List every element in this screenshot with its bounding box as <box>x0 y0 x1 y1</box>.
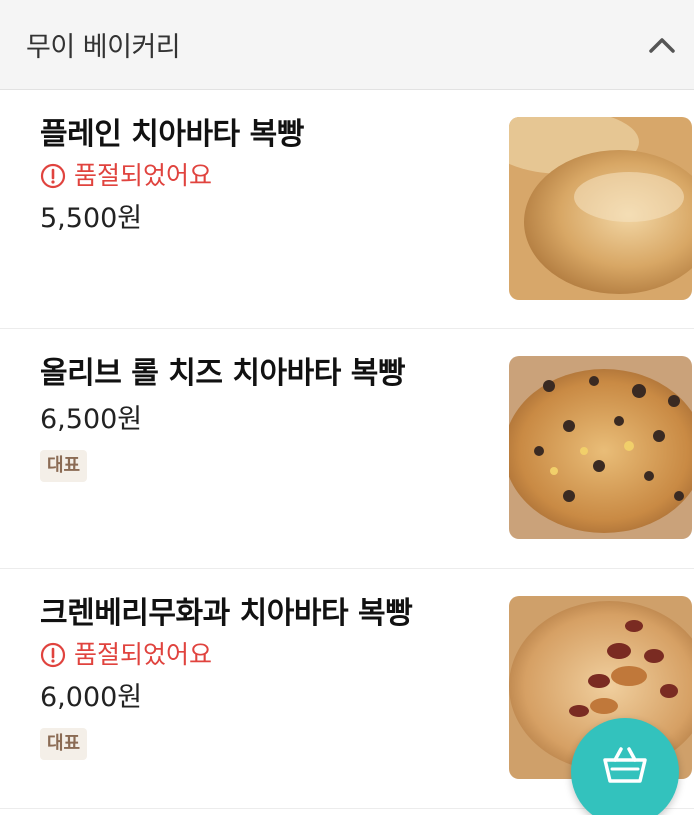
cart-button[interactable] <box>571 718 679 815</box>
menu-list: 플레인 치아바타 복빵 품절되었어요 5,500원 올리브 롤 치즈 치아바타 … <box>0 90 694 809</box>
exclamation-circle-icon <box>40 642 66 668</box>
bread-image <box>509 117 692 300</box>
menu-item[interactable]: 플레인 치아바타 복빵 품절되었어요 5,500원 <box>0 90 694 329</box>
section-title: 무이 베이커리 <box>26 32 181 63</box>
signature-badge: 대표 <box>40 728 88 760</box>
item-image[interactable] <box>509 356 692 539</box>
basket-icon <box>603 747 647 783</box>
menu-item[interactable]: 올리브 롤 치즈 치아바타 복빵 6,500원 대표 <box>0 329 694 569</box>
signature-badge: 대표 <box>40 450 88 482</box>
soldout-text: 품절되었어요 <box>74 640 213 669</box>
exclamation-circle-icon <box>40 163 66 189</box>
soldout-text: 품절되었어요 <box>74 161 213 190</box>
section-header[interactable]: 무이 베이커리 <box>0 0 694 90</box>
collapse-button[interactable] <box>642 25 682 65</box>
item-image[interactable] <box>509 117 692 300</box>
bread-image <box>509 356 692 539</box>
chevron-up-icon <box>649 37 675 53</box>
